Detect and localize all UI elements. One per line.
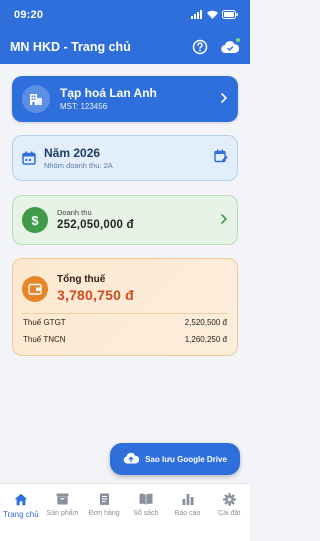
box-icon (56, 491, 69, 507)
nav-item-books[interactable]: Sổ sách (125, 491, 167, 541)
tax-row-value: 2,520,500 đ (184, 318, 227, 327)
tax-row-label: Thuế TNCN (23, 335, 66, 344)
backup-google-drive-button[interactable]: Sao lưu Google Drive (110, 443, 240, 475)
tax-row-vat: Thuế GTGT 2,520,500 đ (13, 314, 237, 331)
sync-status-dot (235, 37, 241, 43)
revenue-label: Doanh thu (57, 208, 92, 217)
battery-icon (222, 6, 238, 24)
chevron-right-icon (220, 211, 228, 229)
nav-item-settings[interactable]: Cài đặt (208, 491, 250, 541)
revenue-card[interactable]: $ Doanh thu 252,050,000 đ (12, 195, 238, 245)
shop-card[interactable]: Tạp hoá Lan Anh MST: 123456 (12, 76, 238, 122)
signal-icon (191, 6, 203, 24)
chevron-right-icon (220, 90, 228, 108)
book-icon (139, 491, 153, 507)
shop-tax-code: MST: 123456 (60, 102, 108, 111)
nav-label: Sản phẩm (46, 510, 79, 517)
nav-item-reports[interactable]: Báo cáo (167, 491, 209, 541)
total-tax-label: Tổng thuế (57, 274, 106, 285)
app-bar: MN HKD - Trang chủ (0, 30, 250, 64)
nav-label: Báo cáo (174, 510, 201, 517)
edit-calendar-icon (214, 149, 228, 162)
dollar-icon: $ (22, 207, 48, 233)
help-icon (192, 39, 208, 55)
bar-chart-icon (182, 491, 194, 507)
wifi-icon (207, 6, 218, 24)
nav-label: Đơn hàng (88, 510, 120, 517)
edit-calendar-button[interactable] (214, 149, 228, 168)
cloud-sync-button[interactable] (220, 37, 241, 57)
nav-label: Cài đặt (218, 510, 241, 517)
tax-row-pit: Thuế TNCN 1,260,250 đ (13, 331, 237, 348)
backup-label: Sao lưu Google Drive (145, 454, 227, 464)
wallet-icon (22, 275, 48, 302)
tax-row-label: Thuế GTGT (23, 318, 66, 327)
nav-item-orders[interactable]: Đơn hàng (83, 491, 125, 541)
status-time: 09:20 (14, 9, 44, 21)
cloud-upload-icon (123, 452, 140, 466)
year-card[interactable]: Năm 2026 Nhóm doanh thu: 2A (12, 135, 238, 181)
nav-item-products[interactable]: Sản phẩm (42, 491, 84, 541)
bottom-nav: Trang chủ Sản phẩm Đơn hàng Sổ sách Báo … (0, 483, 250, 541)
status-icons (191, 6, 238, 24)
nav-label: Sổ sách (133, 510, 159, 517)
gear-icon (222, 491, 236, 507)
nav-label: Trang chủ (2, 510, 39, 519)
store-icon (22, 85, 50, 113)
home-icon (14, 491, 28, 507)
shop-name: Tạp hoá Lan Anh (60, 86, 157, 100)
help-button[interactable] (190, 37, 210, 57)
total-tax-value: 3,780,750 đ (57, 287, 134, 303)
tax-row-value: 1,260,250 đ (184, 335, 227, 344)
revenue-value: 252,050,000 đ (57, 219, 134, 231)
calendar-icon (22, 151, 36, 165)
status-bar: 09:20 (0, 0, 250, 30)
nav-item-home[interactable]: Trang chủ (0, 491, 42, 541)
receipt-icon (99, 491, 110, 507)
year-title: Năm 2026 (44, 145, 101, 160)
revenue-group: Nhóm doanh thu: 2A (44, 160, 113, 170)
page-title: MN HKD - Trang chủ (10, 40, 131, 54)
tax-card: Tổng thuế 3,780,750 đ Thuế GTGT 2,520,50… (12, 258, 238, 356)
